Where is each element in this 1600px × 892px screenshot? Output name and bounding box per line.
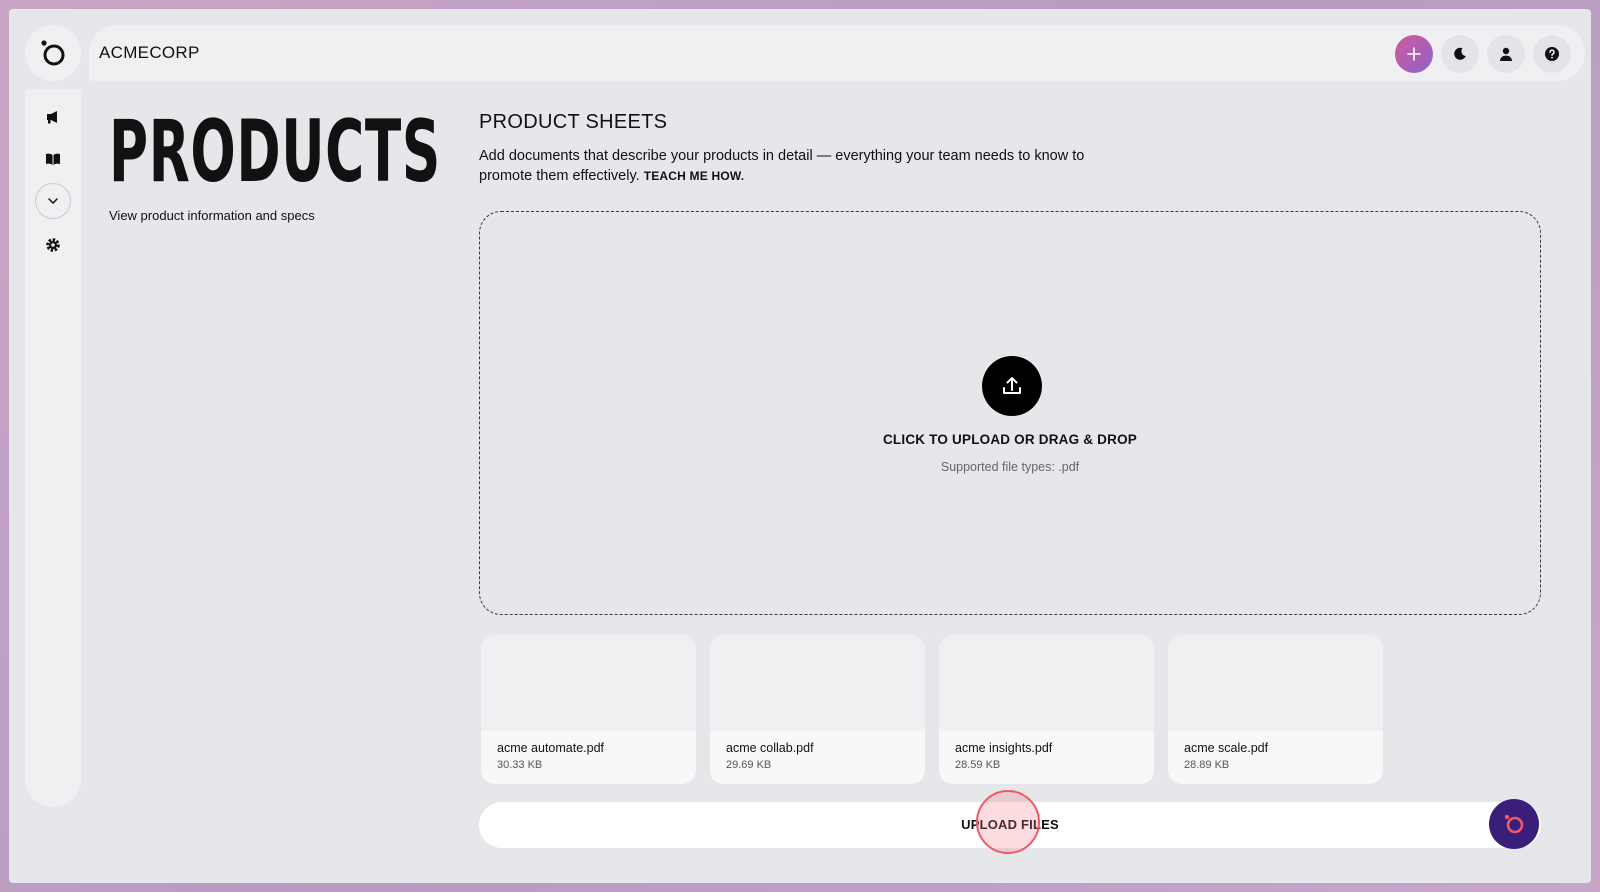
sidebar-item-campaigns[interactable]	[35, 99, 71, 135]
chevron-down-icon	[48, 198, 58, 205]
brand-name: ACMECORP	[99, 43, 200, 62]
file-name: acme automate.pdf	[497, 741, 605, 755]
file-size: 28.89 KB	[1184, 759, 1230, 771]
sidebar-item-library[interactable]	[35, 141, 71, 177]
top-actions	[1395, 35, 1571, 73]
megaphone-icon	[47, 111, 57, 124]
dropzone-hint: Supported file types: .pdf	[940, 460, 1080, 474]
file-name: acme scale.pdf	[1184, 741, 1269, 755]
profile-button[interactable]	[1487, 35, 1525, 73]
file-info: acme insights.pdf 28.59 KB	[939, 731, 1154, 784]
moon-icon	[1454, 47, 1466, 60]
page-subtitle: View product information and specs	[109, 208, 315, 223]
file-size: 30.33 KB	[497, 759, 543, 771]
file-dropzone[interactable]: CLICK TO UPLOAD OR DRAG & DROP Supported…	[479, 211, 1541, 615]
book-icon	[46, 153, 60, 165]
file-card[interactable]: acme collab.pdf 29.69 KB	[710, 635, 925, 784]
file-info: acme automate.pdf 30.33 KB	[481, 731, 696, 784]
gear-icon	[46, 238, 60, 252]
help-icon	[1545, 47, 1559, 61]
sidebar	[25, 89, 81, 807]
file-size: 29.69 KB	[726, 759, 772, 771]
help-button[interactable]	[1533, 35, 1571, 73]
sidebar-item-settings[interactable]	[35, 227, 71, 263]
file-info: acme scale.pdf 28.89 KB	[1168, 731, 1383, 784]
file-name: acme collab.pdf	[726, 741, 814, 755]
sidebar-expand-button[interactable]	[35, 183, 71, 219]
user-icon	[1500, 47, 1512, 61]
file-name: acme insights.pdf	[955, 741, 1053, 755]
section-description-text: Add documents that describe your product…	[479, 148, 1085, 184]
file-card[interactable]: acme scale.pdf 28.89 KB	[1168, 635, 1383, 784]
section-title: PRODUCT SHEETS	[479, 111, 668, 133]
dark-mode-toggle[interactable]	[1441, 35, 1479, 73]
app-window: ACMECORP PRODUCTS View product informati…	[9, 9, 1591, 883]
teach-me-how-link[interactable]: TEACH ME HOW.	[644, 169, 745, 183]
assistant-button[interactable]	[1489, 799, 1539, 849]
file-info: acme collab.pdf 29.69 KB	[710, 731, 925, 784]
dropzone-title: CLICK TO UPLOAD OR DRAG & DROP	[882, 432, 1137, 447]
upload-icon	[1003, 377, 1021, 394]
app-logo[interactable]	[25, 25, 81, 81]
upload-button-circle[interactable]	[982, 356, 1042, 416]
file-card[interactable]: acme insights.pdf 28.59 KB	[939, 635, 1154, 784]
file-card[interactable]: acme automate.pdf 30.33 KB	[481, 635, 696, 784]
section-description: Add documents that describe your product…	[479, 146, 1139, 186]
plus-icon	[1407, 47, 1421, 61]
top-bar: ACMECORP	[89, 25, 1585, 81]
file-size: 28.59 KB	[955, 759, 1001, 771]
create-button[interactable]	[1395, 35, 1433, 73]
file-list: acme automate.pdf 30.33 KB acme collab.p…	[481, 635, 1383, 784]
click-indicator	[976, 790, 1040, 854]
assistant-logo-icon	[1504, 814, 1524, 834]
page-title: PRODUCTS	[109, 102, 441, 202]
app-logo-icon	[41, 40, 65, 66]
